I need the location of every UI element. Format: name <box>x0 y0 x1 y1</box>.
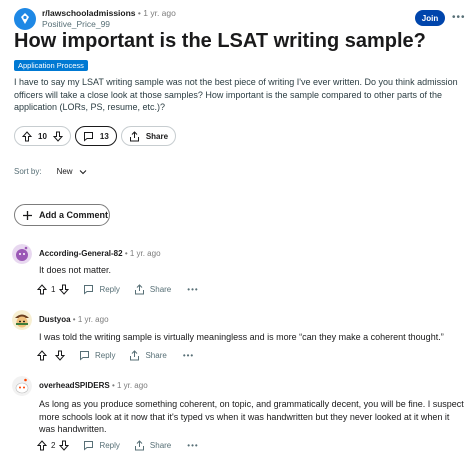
add-comment-button[interactable]: Add a Comment <box>14 204 110 226</box>
comment-bubble-icon <box>80 350 89 361</box>
comment-text: As long as you produce something coheren… <box>39 399 464 435</box>
comment-text: It does not matter. <box>39 265 112 275</box>
plus-icon <box>23 210 32 220</box>
comment-bubble-icon <box>84 440 94 451</box>
upvote-icon[interactable] <box>37 349 47 361</box>
subreddit-name[interactable]: r/lawschooladmissions • 1 yr. ago <box>42 8 176 18</box>
reply-label: Reply <box>99 284 120 294</box>
comments-count: 13 <box>99 131 109 141</box>
sort-dropdown[interactable]: New <box>57 167 87 176</box>
share-label: Share <box>145 131 169 141</box>
comment-author-name[interactable]: overheadSPIDERS <box>39 381 110 390</box>
upvote-icon[interactable] <box>22 130 32 142</box>
comment-more-options-icon[interactable]: ••• <box>187 285 198 294</box>
subreddit-avatar-icon[interactable] <box>14 8 36 30</box>
post-body: I have to say my LSAT writing sample was… <box>14 77 458 113</box>
comment: Dustyoa • 1 yr. ago I was told the writi… <box>12 310 466 366</box>
reply-button[interactable]: Reply <box>83 284 120 295</box>
share-icon <box>134 439 144 450</box>
post-more-options-icon[interactable]: ••• <box>452 12 466 23</box>
post-action-row: 10 13 Share <box>14 126 177 146</box>
chevron-down-icon <box>79 169 86 174</box>
reply-label: Reply <box>95 350 116 360</box>
add-comment-label: Add a Comment <box>39 210 109 220</box>
comment-bubble-icon <box>84 284 94 295</box>
comment-vote-count: 1 <box>51 284 56 294</box>
share-icon <box>129 130 139 141</box>
comment-author-name[interactable]: Dustyoa <box>39 315 71 324</box>
post-flair[interactable]: Application Process <box>14 60 88 71</box>
downvote-icon[interactable] <box>59 440 70 451</box>
downvote-icon[interactable] <box>59 284 70 295</box>
avatar[interactable] <box>12 244 32 264</box>
reply-button[interactable]: Reply <box>83 440 120 451</box>
comment: According-General-82 • 1 yr. ago It does… <box>12 244 466 300</box>
post-title: How important is the LSAT writing sample… <box>14 30 426 52</box>
upvote-icon[interactable] <box>37 439 47 451</box>
comment-actions: Reply Share ••• <box>37 349 194 361</box>
comment-age: 1 yr. ago <box>129 249 161 258</box>
upvote-icon[interactable] <box>37 283 47 295</box>
comment-share-button[interactable]: Share <box>134 283 172 295</box>
comment-author: According-General-82 • 1 yr. ago <box>39 249 161 258</box>
sort-row: Sort by: New <box>14 167 87 176</box>
sort-label: Sort by: <box>14 167 42 176</box>
comment-author-name[interactable]: According-General-82 <box>39 249 123 258</box>
comment-text: I was told the writing sample is virtual… <box>39 332 444 342</box>
comment-share-button[interactable]: Share <box>134 439 172 451</box>
post-author[interactable]: Positive_Price_99 <box>42 19 110 29</box>
share-icon <box>134 283 144 294</box>
share-label: Share <box>145 350 167 360</box>
share-button[interactable]: Share <box>120 126 177 146</box>
subreddit-link[interactable]: r/lawschooladmissions <box>42 8 136 18</box>
comment-more-options-icon[interactable]: ••• <box>183 351 194 360</box>
post-header: r/lawschooladmissions • 1 yr. ago Positi… <box>14 8 460 30</box>
post-vote-count: 10 <box>38 131 47 141</box>
downvote-icon[interactable] <box>52 131 63 142</box>
comment-vote: 1 <box>37 283 70 295</box>
comment-age: 1 yr. ago <box>77 315 109 324</box>
reply-button[interactable]: Reply <box>79 350 115 361</box>
comment: overheadSPIDERS • 1 yr. ago As long as y… <box>12 376 466 460</box>
comment-author: overheadSPIDERS • 1 yr. ago <box>39 381 148 390</box>
snoo-avatar-icon <box>12 310 32 330</box>
comments-button[interactable]: 13 <box>74 126 117 146</box>
comment-vote-count: 2 <box>51 440 56 450</box>
share-label: Share <box>149 440 172 450</box>
comment-share-button[interactable]: Share <box>129 349 167 361</box>
snoo-avatar-icon <box>12 376 32 396</box>
snoo-avatar-icon <box>12 244 32 264</box>
share-icon <box>130 349 140 360</box>
sort-value: New <box>56 167 73 176</box>
comment-more-options-icon[interactable]: ••• <box>187 441 198 450</box>
comment-vote: 2 <box>37 439 70 451</box>
comment-actions: 2 Reply Share ••• <box>37 439 199 451</box>
join-button[interactable]: Join <box>415 10 445 26</box>
avatar[interactable] <box>12 376 32 396</box>
downvote-icon[interactable] <box>55 350 65 361</box>
post-vote-pill: 10 <box>14 126 71 146</box>
comment-author: Dustyoa • 1 yr. ago <box>39 315 109 324</box>
comment-age: 1 yr. ago <box>116 381 148 390</box>
comment-bubble-icon <box>83 131 93 142</box>
avatar[interactable] <box>12 310 32 330</box>
reply-label: Reply <box>99 440 120 450</box>
scales-icon <box>21 13 29 24</box>
comment-actions: 1 Reply Share ••• <box>37 283 199 295</box>
post-age: 1 yr. ago <box>143 8 176 18</box>
comment-vote <box>37 349 65 361</box>
share-label: Share <box>149 284 172 294</box>
